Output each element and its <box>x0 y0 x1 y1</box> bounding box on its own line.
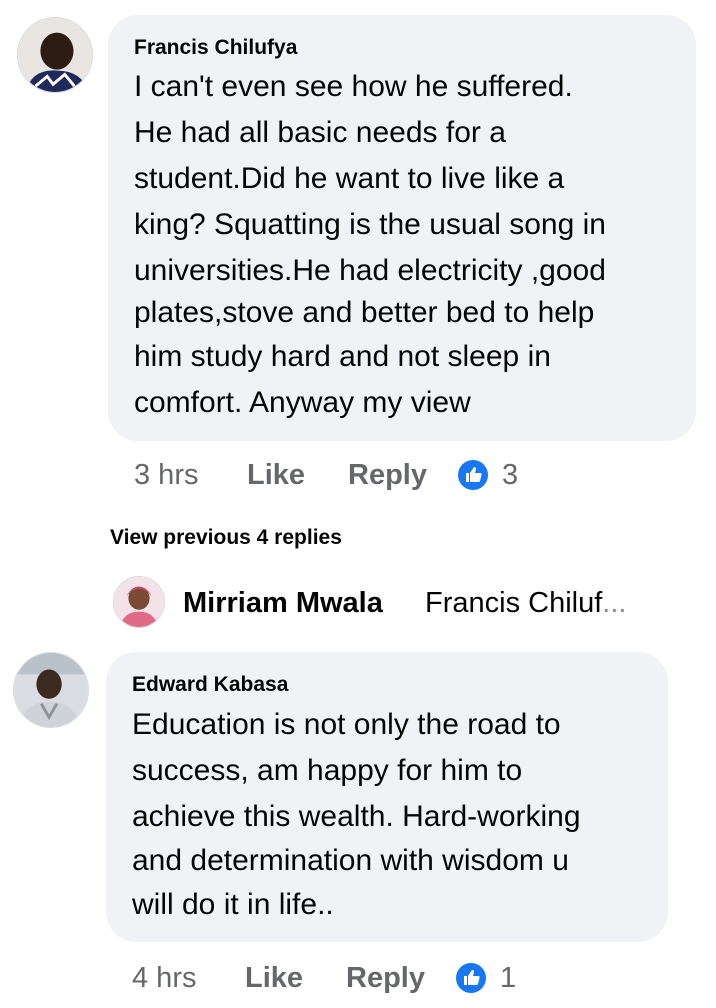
profile-photo-icon <box>18 18 92 92</box>
like-button[interactable]: Like <box>245 958 303 998</box>
reply-button[interactable]: Reply <box>348 455 427 495</box>
comment-text-line: Education is not only the road to <box>132 708 561 741</box>
comment-text-line: him study hard and not sleep in <box>134 340 551 373</box>
comment-text-line: student.Did he want to live like a <box>134 162 565 195</box>
comment-text-line: comfort. Anyway my view <box>134 386 471 419</box>
comment-actions: 3 hrs Like Reply 3 <box>134 455 534 495</box>
thumbs-up-icon[interactable] <box>458 460 488 490</box>
view-previous-replies-link[interactable]: View previous 4 replies <box>110 524 342 552</box>
reaction-count[interactable]: 1 <box>500 958 516 998</box>
comment-author[interactable]: Francis Chilufya <box>134 36 297 60</box>
reaction-count[interactable]: 3 <box>502 455 518 495</box>
comment-text-line: plates,stove and better bed to help <box>134 296 595 329</box>
like-button[interactable]: Like <box>247 455 305 495</box>
avatar-francis-chilufya[interactable] <box>17 17 93 93</box>
reply-button[interactable]: Reply <box>346 958 425 998</box>
comment-timestamp[interactable]: 3 hrs <box>134 455 198 495</box>
comment-actions: 4 hrs Like Reply 1 <box>132 958 532 998</box>
avatar-edward-kabasa[interactable] <box>13 652 89 728</box>
comment-timestamp[interactable]: 4 hrs <box>132 958 196 998</box>
comment-text-line: I can't even see how he suffered. <box>134 70 573 103</box>
profile-photo-icon <box>114 577 164 627</box>
comment-thread: Francis Chilufya I can't even see how he… <box>0 0 716 1008</box>
reply-ellipsis: ... <box>602 587 627 619</box>
reply-preview: Francis Chiluf... <box>425 586 626 620</box>
profile-photo-icon <box>14 653 88 727</box>
comment-author[interactable]: Edward Kabasa <box>132 673 288 697</box>
collapsed-reply[interactable]: Mirriam Mwala Francis Chiluf... <box>113 572 703 632</box>
reply-preview-text: Francis Chiluf <box>425 587 603 619</box>
comment-text-line: and determination with wisdom u <box>132 844 569 877</box>
thumbs-up-icon[interactable] <box>456 963 486 993</box>
comment-text-line: will do it in life.. <box>132 888 334 921</box>
avatar-mirriam-mwala[interactable] <box>113 576 165 628</box>
reply-author[interactable]: Mirriam Mwala <box>183 586 383 620</box>
comment-text-line: king? Squatting is the usual song in <box>134 208 606 241</box>
comment-text-line: He had all basic needs for a <box>134 116 506 149</box>
comment-text-line: achieve this wealth. Hard-working <box>132 800 581 833</box>
comment-text-line: universities.He had electricity ,good <box>134 254 606 287</box>
comment-text-line: success, am happy for him to <box>132 754 523 787</box>
